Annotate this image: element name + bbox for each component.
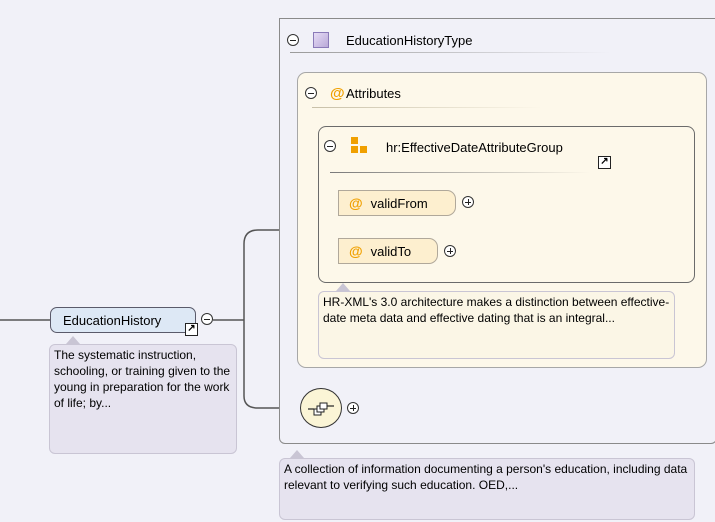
type-documentation: A collection of information documenting … bbox=[279, 458, 695, 520]
attribute-label: validTo bbox=[370, 243, 412, 259]
doc-notch bbox=[290, 450, 304, 458]
type-name-label: EducationHistoryType bbox=[346, 33, 473, 48]
doc-notch bbox=[66, 336, 80, 344]
collapse-icon[interactable] bbox=[305, 87, 317, 99]
attribute-group-label: hr:EffectiveDateAttributeGroup bbox=[386, 140, 563, 155]
attribute-group-documentation: HR-XML's 3.0 architecture makes a distin… bbox=[318, 291, 675, 359]
attribute-icon: @ bbox=[349, 243, 363, 259]
element-label: EducationHistory bbox=[63, 312, 162, 328]
attribute-validTo[interactable]: @ validTo bbox=[338, 238, 438, 264]
link-arrow-icon[interactable]: ↗ bbox=[185, 323, 198, 336]
collapse-icon[interactable] bbox=[324, 140, 336, 152]
attributes-label: Attributes bbox=[346, 86, 401, 101]
divider bbox=[312, 107, 542, 108]
attribute-label: validFrom bbox=[370, 195, 428, 211]
attribute-group-icon bbox=[351, 137, 369, 155]
attributes-icon: @ bbox=[330, 85, 345, 102]
attribute-validFrom[interactable]: @ validFrom bbox=[338, 190, 456, 216]
sequence-compositor-icon bbox=[308, 402, 334, 416]
complex-type-icon bbox=[313, 32, 329, 48]
expand-icon[interactable] bbox=[444, 245, 456, 257]
divider bbox=[330, 172, 590, 173]
expand-icon[interactable] bbox=[462, 196, 474, 208]
sequence-compositor-node[interactable] bbox=[300, 388, 342, 428]
link-arrow-icon[interactable]: ↗ bbox=[598, 156, 611, 169]
doc-notch bbox=[336, 283, 350, 291]
element-node-educationhistory[interactable]: EducationHistory bbox=[50, 307, 196, 333]
collapse-icon[interactable] bbox=[287, 34, 299, 46]
expand-icon[interactable] bbox=[347, 402, 359, 414]
attribute-icon: @ bbox=[349, 195, 363, 211]
divider bbox=[290, 52, 610, 53]
element-documentation: The systematic instruction, schooling, o… bbox=[49, 344, 237, 454]
collapse-icon[interactable] bbox=[201, 313, 213, 325]
